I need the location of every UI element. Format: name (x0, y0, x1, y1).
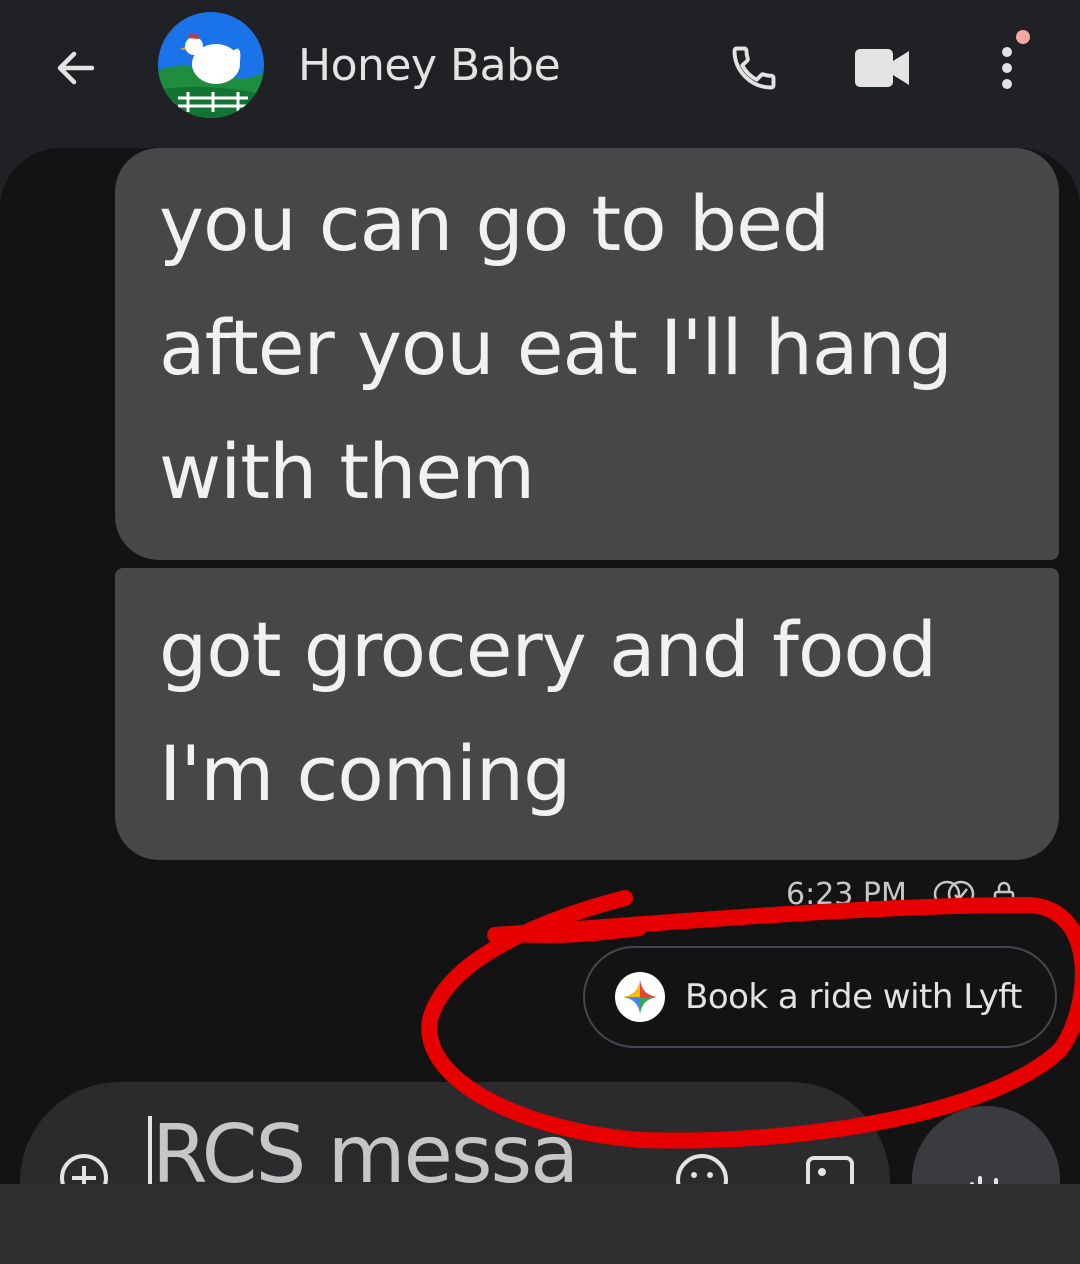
message-line: you can go to bed (159, 179, 830, 268)
lyft-suggestion-chip[interactable]: Book a ride with Lyft (583, 946, 1057, 1048)
call-button[interactable] (722, 36, 786, 100)
phone-icon (732, 46, 776, 90)
avatar[interactable] (158, 12, 264, 118)
delivered-check-icon (933, 880, 975, 908)
video-call-button[interactable] (848, 36, 918, 100)
more-options-button[interactable] (984, 36, 1030, 100)
message-status: 6:23 PM (786, 874, 1019, 914)
gemini-sparkle-icon (615, 972, 665, 1022)
message-line: after you eat I'll hang (159, 303, 953, 392)
navigation-bar (0, 1184, 1080, 1264)
more-vertical-icon (1002, 47, 1012, 89)
contact-name[interactable]: Honey Babe (298, 40, 561, 91)
message-line: with them (159, 427, 535, 516)
back-button[interactable] (48, 40, 104, 96)
conversation-header: Honey Babe (0, 0, 1080, 140)
message-bubble[interactable]: got grocery and food I'm coming (115, 568, 1059, 860)
message-timestamp: 6:23 PM (786, 876, 907, 912)
arrow-left-icon (57, 51, 95, 85)
message-bubble[interactable]: you can go to bed after you eat I'll han… (115, 148, 1059, 560)
video-camera-icon (855, 49, 909, 87)
lock-icon (993, 881, 1015, 909)
suggestion-label: Book a ride with Lyft (685, 977, 1022, 1017)
message-line: got grocery and food (159, 605, 937, 694)
notification-dot (1016, 30, 1030, 44)
message-line: I'm coming (159, 729, 571, 818)
chicken-avatar-image (158, 12, 264, 118)
conversation-area[interactable]: you can go to bed after you eat I'll han… (0, 148, 1080, 1188)
messages-screen: Honey Babe you can go to bed after you e… (0, 0, 1080, 1264)
